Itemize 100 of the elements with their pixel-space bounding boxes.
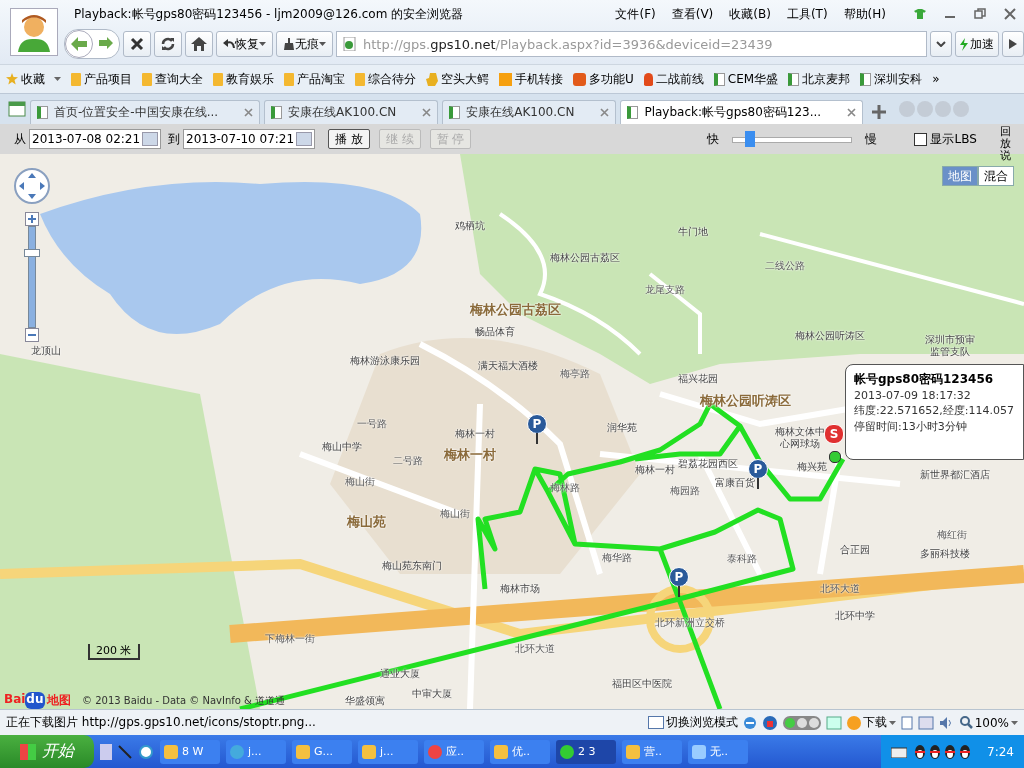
bookmark-item[interactable]: 多功能U — [573, 70, 634, 88]
place-label: 润华苑 — [607, 421, 637, 435]
zoom-level-button[interactable]: 100% — [959, 715, 1018, 730]
menu-item[interactable]: 查看(V) — [671, 5, 714, 23]
bookmark-item[interactable]: 产品淘宝 — [284, 70, 345, 88]
place-label: 碧荔花园西区 — [678, 457, 738, 471]
start-date-field[interactable]: 2013-07-08 02:21 — [29, 129, 161, 149]
end-date-field[interactable]: 2013-07-10 07:21 — [183, 129, 315, 149]
from-label: 从 — [14, 130, 26, 148]
place-label: 深圳市预审 — [925, 333, 975, 346]
window-title: Playback:帐号gps80密码123456 - ljm2009@126.com 的安全浏览器 — [74, 5, 464, 23]
place-label: 富康百货 — [715, 476, 755, 490]
incognito-button[interactable]: 无痕 — [276, 31, 333, 57]
taskbar-button[interactable]: G... — [292, 739, 352, 764]
bookmark-item[interactable]: 二战前线 — [643, 70, 704, 88]
road-label: 梅红街 — [937, 528, 967, 542]
area-label: 梅林一村 — [444, 446, 496, 464]
menu-item[interactable]: 工具(T) — [786, 5, 828, 23]
show-lbs-checkbox[interactable]: 显示LBS — [914, 130, 977, 148]
place-label: 梅林游泳康乐园 — [350, 354, 420, 368]
map-type-button[interactable]: 混合 — [978, 166, 1014, 186]
area-label: 梅林公园古荔区 — [469, 301, 561, 319]
scale-bar: 200 米 — [88, 644, 140, 660]
road-label: 龙尾支路 — [645, 283, 685, 297]
taskbar-button[interactable]: 无.. — [688, 739, 748, 764]
road-label: 梅园路 — [670, 484, 700, 498]
place-label: 合正园 — [840, 543, 870, 557]
menu-item[interactable]: 收藏(B) — [729, 5, 771, 23]
place-label: 畅品体育 — [475, 325, 515, 339]
download-button[interactable]: 下载 — [846, 714, 896, 731]
popup-time: 2013-07-09 18:17:32 — [854, 389, 972, 402]
play-button[interactable]: 播 放 — [328, 129, 370, 149]
tab-title: 安康在线AK100.CN — [288, 104, 397, 121]
place-label: 梅山苑东南门 — [382, 559, 442, 573]
menu-item[interactable]: 帮助(H) — [843, 5, 886, 23]
restore-button[interactable]: 恢复 — [216, 31, 273, 57]
menu-item[interactable]: 文件(F) — [615, 5, 656, 23]
road-label: 一号路 — [357, 417, 387, 431]
bookmark-item[interactable]: 教育娱乐 — [213, 70, 274, 88]
road-label: 二线公路 — [765, 259, 805, 273]
road-label: 泰科路 — [727, 552, 757, 566]
area-label: 梅林公园听涛区 — [699, 392, 791, 410]
taskbar-button[interactable]: 2 3 — [556, 739, 616, 764]
place-label: 新世界都汇酒店 — [920, 468, 990, 482]
slow-label: 慢 — [865, 130, 878, 148]
taskbar-button[interactable]: j... — [226, 739, 286, 764]
browse-mode-button[interactable]: 切换浏览模式 — [647, 714, 738, 731]
area-label: 梅山苑 — [346, 513, 386, 531]
bookmark-item[interactable]: 北京麦邦 — [788, 70, 851, 88]
road-label: 梅亭路 — [560, 367, 590, 381]
place-label: 福田区中医院 — [612, 677, 672, 691]
place-label: 梅林公园听涛区 — [795, 329, 865, 343]
bookmark-item[interactable]: 查询大全 — [142, 70, 203, 88]
place-label: 梅林文体中 — [775, 425, 825, 438]
place-label: 梅林一村 — [455, 427, 495, 441]
road-label: 北环大道 — [820, 582, 860, 596]
to-label: 到 — [168, 130, 180, 148]
road-label: 梅山街 — [440, 507, 470, 521]
address-field[interactable]: http://gps.gps10.net/Playback.aspx?id=3936&deviceid=23439 — [336, 31, 927, 57]
browser-tab[interactable]: Playback:帐号gps80密码123... — [620, 100, 864, 124]
browser-tab[interactable]: 首页-位置安全-中国安康在线... — [30, 100, 261, 124]
road-label: 梅山街 — [345, 475, 375, 489]
bookmark-item[interactable]: 综合待分 — [355, 70, 416, 88]
bookmark-item[interactable]: CEM华盛 — [713, 70, 779, 88]
taskbar-button[interactable]: 优.. — [490, 739, 550, 764]
bookmark-item[interactable]: 深圳安科 — [860, 70, 923, 88]
tab-title: Playback:帐号gps80密码123... — [644, 104, 822, 121]
baidu-logo: Baidu 地图 — [4, 692, 71, 709]
place-label: 心网球场 — [780, 437, 820, 451]
place-label: 北环中学 — [835, 609, 875, 623]
more-bookmarks-button[interactable]: » — [932, 72, 940, 86]
place-label: 龙顶山 — [31, 344, 61, 358]
taskbar-button[interactable]: 应.. — [424, 739, 484, 764]
place-label: 中审大厦 — [412, 687, 452, 701]
place-label: 满天福大酒楼 — [478, 359, 538, 373]
speedup-button[interactable]: 加速 — [955, 31, 999, 57]
fast-label: 快 — [707, 130, 720, 148]
popup-title: 帐号gps80密码123456 — [854, 371, 995, 388]
bookmark-item[interactable]: 空头大鳄 — [426, 70, 489, 88]
place-label: 梅林市场 — [500, 582, 540, 596]
bookmark-item[interactable]: 收藏 — [6, 70, 61, 88]
playback-help-link[interactable]: 回放说 — [1000, 126, 1012, 163]
tab-title: 安康在线AK100.CN — [466, 104, 575, 121]
status-text: 正在下载图片 http://gps.gps10.net/icons/stoptr.png... — [6, 714, 317, 731]
place-label: 鸡栖坑 — [455, 219, 485, 233]
bookmark-item[interactable]: 产品项目 — [71, 70, 132, 88]
tab-title: 首页-位置安全-中国安康在线... — [54, 104, 219, 121]
taskbar-button[interactable]: 营.. — [622, 739, 682, 764]
taskbar-button[interactable]: 8 W — [160, 739, 220, 764]
start-button[interactable]: 开始 — [0, 735, 94, 768]
taskbar-button[interactable]: j... — [358, 739, 418, 764]
place-label: 华盛领寓 — [345, 694, 385, 708]
place-label: 梅林一村 — [635, 463, 675, 477]
browser-tab[interactable]: 安康在线AK100.CN — [442, 100, 617, 124]
road-label: 梅华路 — [602, 551, 632, 565]
place-label: 福兴花园 — [678, 372, 718, 386]
popup-coordinates: 纬度:22.571652,经度:114.057 — [854, 403, 1015, 418]
browser-tab[interactable]: 安康在线AK100.CN — [264, 100, 439, 124]
bookmark-item[interactable]: 手机转接 — [499, 70, 563, 88]
clock: 7:24 — [987, 744, 1014, 759]
